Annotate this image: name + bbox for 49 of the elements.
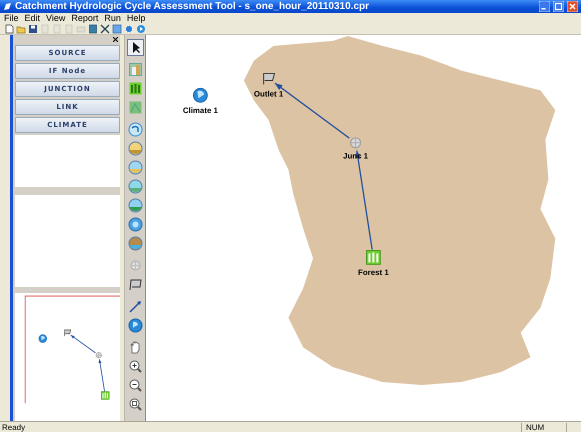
wetland-icon[interactable]	[126, 159, 144, 176]
globe-icon[interactable]	[38, 334, 47, 343]
maximize-icon[interactable]	[553, 1, 564, 12]
window-title: Catchment Hydrologic Cycle Assessment Tool - s_one_hour_20110310.cpr	[15, 1, 370, 12]
new-file-icon[interactable]	[4, 24, 14, 34]
pointer-icon[interactable]	[126, 39, 144, 56]
tree-icon[interactable]	[101, 391, 110, 400]
link-arrow[interactable]	[274, 82, 350, 139]
globe-icon[interactable]	[126, 317, 144, 334]
arrow-circle-icon[interactable]	[126, 121, 144, 138]
node-label: Outlet 1	[254, 89, 284, 98]
junction-icon[interactable]	[96, 352, 102, 358]
link-arrow[interactable]	[70, 334, 96, 354]
node-label: Forest 1	[358, 268, 389, 278]
minimize-icon[interactable]	[539, 1, 550, 12]
menu-item[interactable]: File	[4, 13, 19, 23]
book-icon[interactable]	[88, 24, 98, 34]
river-icon[interactable]	[126, 197, 144, 214]
tank-icon[interactable]	[126, 140, 144, 157]
save-icon[interactable]	[28, 24, 38, 34]
status-indicator: NUM	[521, 422, 567, 432]
status-message: Ready	[1, 422, 26, 432]
gear-icon[interactable]	[124, 24, 134, 34]
node-label: Climate 1	[182, 106, 218, 116]
zoom-out-icon[interactable]	[126, 377, 144, 394]
globe-icon[interactable]	[126, 216, 144, 233]
grid-icon[interactable]	[112, 24, 122, 34]
menu-item[interactable]: Edit	[24, 13, 40, 23]
tree-icon[interactable]	[126, 80, 144, 97]
globe-icon[interactable]	[192, 88, 208, 103]
play-icon[interactable]	[136, 24, 146, 34]
tree-icon[interactable]	[366, 250, 381, 265]
field-icon[interactable]	[126, 99, 144, 116]
menu-item[interactable]: View	[46, 13, 66, 23]
zoom-fit-icon[interactable]	[126, 396, 144, 413]
app-icon	[3, 2, 12, 11]
flag-icon[interactable]	[64, 330, 72, 336]
menu-item[interactable]: Help	[126, 13, 146, 23]
pond-icon[interactable]	[126, 178, 144, 195]
link-arrow[interactable]	[98, 358, 105, 392]
zoom-in-icon[interactable]	[126, 358, 144, 375]
arrow-icon[interactable]	[126, 298, 144, 315]
flag-icon[interactable]	[263, 73, 276, 85]
menu-item[interactable]: Report	[71, 13, 98, 23]
menu-item[interactable]: Run	[104, 13, 121, 23]
cross-arrows-icon[interactable]	[100, 24, 110, 34]
building-icon[interactable]	[126, 61, 144, 78]
close-icon[interactable]	[113, 37, 118, 42]
soil-icon[interactable]	[126, 235, 144, 252]
